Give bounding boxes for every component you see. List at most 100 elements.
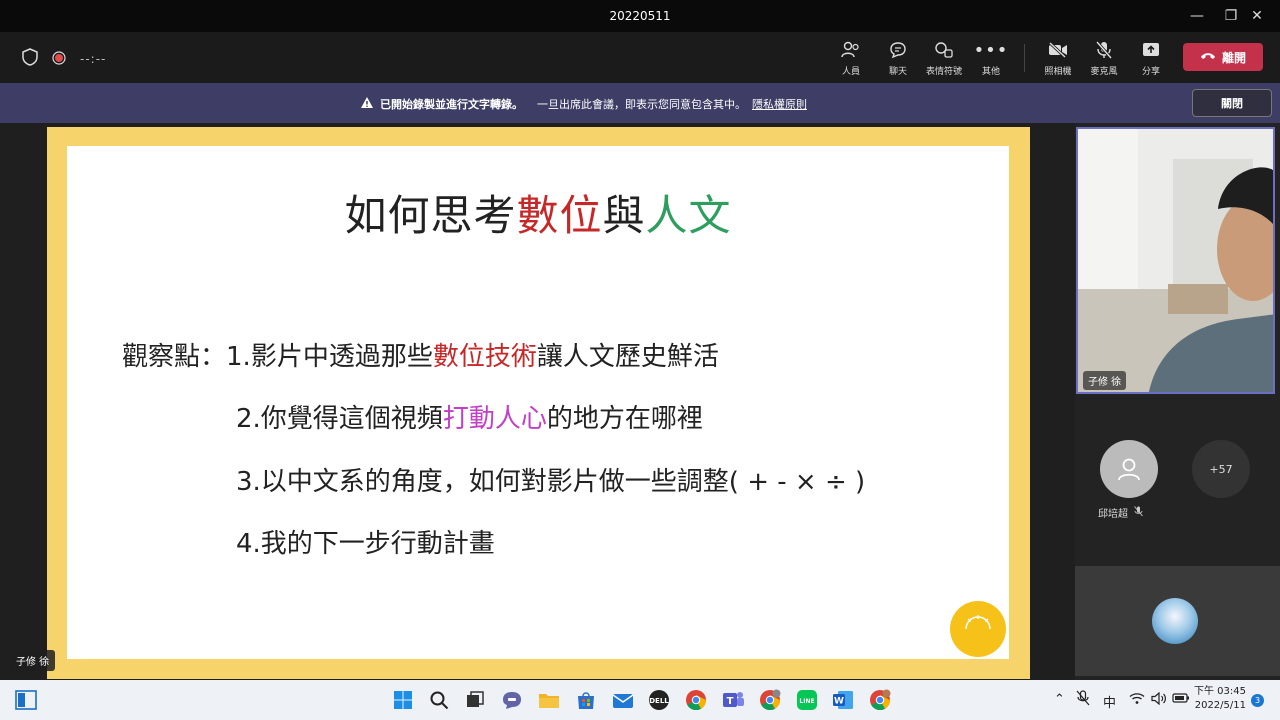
slide-title: 如何思考數位與人文 (67, 182, 1009, 243)
sun-logo-icon (965, 615, 991, 630)
attendee-avatar[interactable] (1100, 440, 1158, 498)
show-hidden-icons[interactable]: ⌃ (1054, 692, 1065, 707)
self-avatar (1152, 598, 1198, 644)
title-red-part: 數位 (516, 191, 603, 240)
title-green-part: 人文 (645, 191, 732, 240)
participant-video-tile[interactable] (1076, 127, 1275, 394)
share-icon (1129, 40, 1173, 60)
file-explorer-icon[interactable] (537, 688, 561, 712)
reactions-button[interactable]: 表情符號 (922, 40, 966, 77)
point-4-text: 4.我的下一步行動計畫 (236, 529, 495, 559)
reactions-label: 表情符號 (925, 67, 962, 77)
system-clock[interactable]: 下午 03:45 2022/5/11 (1194, 685, 1246, 713)
point-4: 4.我的下一步行動計畫 (236, 523, 495, 560)
intro-label: 觀察點： (122, 342, 227, 372)
point-3: 3.以中文系的角度，如何對影片做一些調整( + - × ÷ ) (236, 461, 865, 498)
search-icon[interactable] (427, 688, 451, 712)
mic-label: 麥克風 (1090, 67, 1118, 77)
toolbar-divider (1024, 44, 1025, 72)
close-window-button[interactable]: ✕ (1234, 0, 1280, 32)
title-part-1: 如何思考 (344, 191, 517, 240)
video-feed-image (1078, 129, 1273, 392)
camera-off-icon (1036, 40, 1080, 60)
meeting-toolbar: --:-- 人員 聊天 表情符號 ••• 其他 照相機 麥克風 分享 離開 (0, 32, 1280, 83)
line-icon[interactable]: LINE (795, 688, 819, 712)
svg-text:T: T (727, 696, 734, 707)
attendee-name-row: 邱培超 (1098, 505, 1143, 520)
chat-icon (876, 40, 920, 60)
presentation-slide: 如何思考數位與人文 觀察點：1.影片中透過那些數位技術讓人文歷史鮮活 2.你覺得… (67, 146, 1009, 659)
close-banner-button[interactable]: 關閉 (1192, 89, 1272, 117)
presenter-name-tag: 子修 徐 (10, 650, 56, 671)
teams-chat-icon[interactable] (500, 688, 524, 712)
point-3-text: 3.以中文系的角度，如何對影片做一些調整( + - × ÷ ) (236, 467, 866, 497)
wifi-icon[interactable] (1129, 692, 1145, 709)
more-participants-button[interactable]: +57 (1192, 440, 1250, 498)
hang-up-icon (1200, 50, 1216, 64)
more-button[interactable]: ••• 其他 (969, 39, 1013, 78)
reactions-icon (922, 40, 966, 60)
camera-label: 照相機 (1044, 67, 1072, 77)
teams-icon[interactable]: T (721, 688, 745, 712)
more-icon: ••• (973, 39, 1009, 61)
task-view-icon[interactable] (14, 688, 38, 712)
task-switcher-icon[interactable] (463, 688, 487, 712)
point-1: 觀察點：1.影片中透過那些數位技術讓人文歷史鮮活 (122, 336, 719, 373)
shield-icon (22, 48, 38, 70)
people-icon (829, 40, 873, 60)
mic-off-icon (1082, 40, 1126, 60)
word-icon[interactable]: W (831, 688, 855, 712)
point-1-highlight: 數位技術 (432, 342, 537, 372)
share-label: 分享 (1141, 67, 1160, 77)
mic-button[interactable]: 麥克風 (1082, 40, 1126, 77)
attendee-name: 邱培超 (1098, 509, 1128, 520)
meeting-timer: --:-- (80, 52, 107, 66)
point-2-text-c: 的地方在哪裡 (546, 404, 703, 434)
point-2-text-a: 2.你覺得這個視頻 (236, 404, 443, 434)
people-button[interactable]: 人員 (829, 40, 873, 77)
chrome-profile-icon[interactable] (758, 688, 782, 712)
svg-text:W: W (834, 697, 844, 707)
muted-mic-icon (1134, 505, 1143, 520)
chrome-icon[interactable] (684, 688, 708, 712)
svg-text:DELL: DELL (649, 697, 669, 705)
leave-button[interactable]: 離開 (1183, 43, 1263, 71)
share-button[interactable]: 分享 (1129, 40, 1173, 77)
svg-text:LINE: LINE (799, 698, 814, 705)
people-label: 人員 (841, 67, 860, 77)
title-part-2: 與 (602, 191, 646, 240)
point-1-text-c: 讓人文歷史鮮活 (536, 342, 719, 372)
dell-icon[interactable]: DELL (647, 688, 671, 712)
start-icon[interactable] (391, 688, 415, 712)
notification-badge[interactable]: 3 (1251, 694, 1264, 707)
recording-banner: 已開始錄製並進行文字轉錄。 一旦出席此會議，即表示您同意包含其中。 隱私權原則 … (0, 83, 1280, 123)
window-title: 20220511 (609, 9, 671, 23)
person-icon (1118, 458, 1140, 481)
ime-indicator[interactable]: 中 (1103, 692, 1116, 711)
clock-date: 2022/5/11 (1194, 700, 1246, 711)
store-icon[interactable] (574, 688, 598, 712)
slide-logo (950, 601, 1006, 657)
clock-time: 下午 03:45 (1194, 686, 1246, 697)
title-bar: 20220511 — ❐ ✕ (0, 0, 1280, 32)
mic-muted-tray-icon[interactable] (1076, 690, 1090, 710)
chat-button[interactable]: 聊天 (876, 40, 920, 77)
battery-icon[interactable] (1172, 692, 1190, 708)
video-tile-name-label: 子修 徐 (1083, 371, 1127, 390)
chrome-profile-2-icon[interactable] (868, 688, 892, 712)
point-2: 2.你覺得這個視頻打動人心的地方在哪裡 (236, 398, 703, 435)
privacy-policy-link[interactable]: 隱私權原則 (752, 96, 807, 112)
volume-icon[interactable] (1151, 691, 1167, 709)
mail-icon[interactable] (611, 688, 635, 712)
more-label: 其他 (981, 67, 1000, 77)
chat-label: 聊天 (888, 67, 907, 77)
leave-label: 離開 (1221, 50, 1246, 65)
recording-icon (52, 50, 66, 69)
banner-text: 一旦出席此會議，即表示您同意包含其中。 (537, 98, 746, 111)
point-2-highlight: 打動人心 (442, 404, 547, 434)
banner-bold-text: 已開始錄製並進行文字轉錄。 (380, 98, 523, 111)
warning-icon (360, 96, 374, 112)
windows-taskbar: DELL T LINE W ⌃ 中 下午 03:45 2022/5/11 3 (0, 680, 1280, 720)
point-1-text-a: 1.影片中透過那些 (226, 342, 433, 372)
camera-button[interactable]: 照相機 (1036, 40, 1080, 77)
